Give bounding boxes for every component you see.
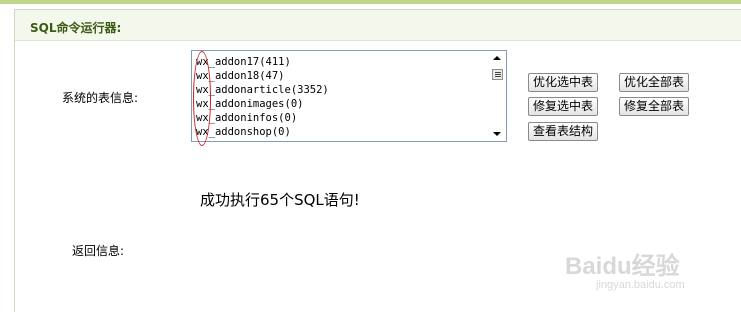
scroll-down-icon[interactable]: [493, 132, 501, 136]
optimize-selected-button[interactable]: 优化选中表: [528, 73, 599, 92]
list-item[interactable]: wx_addon17(411): [196, 55, 291, 69]
return-info-label: 返回信息:: [72, 244, 125, 258]
list-item[interactable]: wx_addoninfos(0): [196, 111, 297, 125]
list-item[interactable]: wx_addonarticle(3352): [196, 83, 329, 97]
panel-header: SQL命令运行器:: [15, 10, 741, 41]
list-item[interactable]: wx_addonshop(0): [196, 125, 291, 139]
repair-all-button[interactable]: 修复全部表: [619, 97, 690, 116]
list-item[interactable]: wx_addonimages(0): [196, 97, 303, 111]
watermark-url: jingyan.baidu.com: [596, 279, 685, 291]
repair-selected-button[interactable]: 修复选中表: [528, 97, 599, 116]
table-info-label: 系统的表信息:: [62, 91, 139, 105]
panel-title: SQL命令运行器:: [30, 21, 122, 35]
watermark-brand: Baidu经验: [565, 253, 680, 280]
view-structure-button[interactable]: 查看表结构: [528, 122, 599, 141]
scroll-up-icon[interactable]: [493, 56, 501, 60]
annotation-ellipse: [193, 51, 211, 146]
scroll-thumb[interactable]: [492, 69, 503, 80]
result-message: 成功执行65个SQL语句!: [200, 191, 360, 209]
table-list-select[interactable]: wx_addon17(411) wx_addon18(47) wx_addona…: [191, 50, 507, 142]
optimize-all-button[interactable]: 优化全部表: [619, 73, 690, 92]
top-accent-bar: [0, 0, 741, 4]
list-scrollbar[interactable]: [490, 51, 506, 141]
